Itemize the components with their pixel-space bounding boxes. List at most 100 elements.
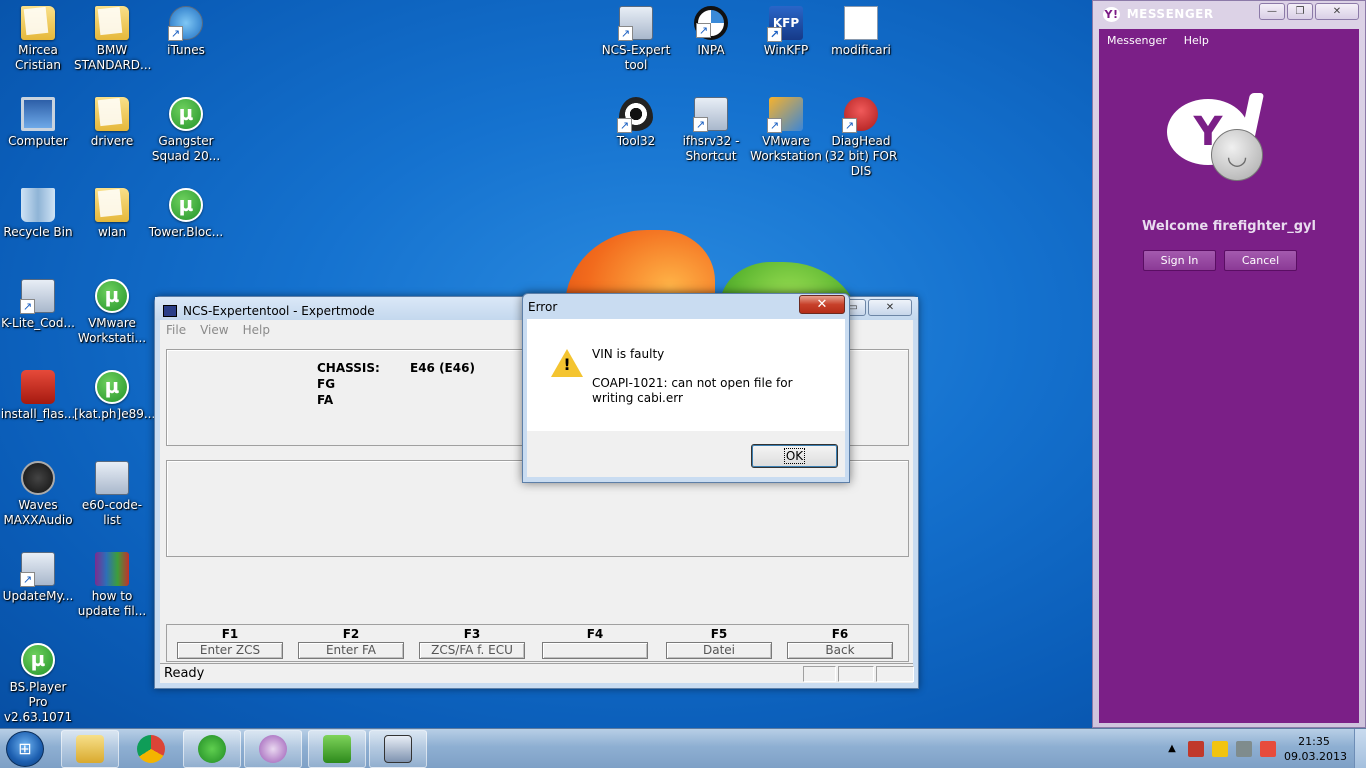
network-icon [693,97,728,132]
volume-muted-icon[interactable] [1260,741,1276,757]
sign-in-button[interactable]: Sign In [1143,250,1216,271]
taskbar-ediabas[interactable] [308,730,366,768]
desktop-icon-waves[interactable]: Waves MAXXAudio [0,461,76,528]
desktop-icon-ncs-expert[interactable]: NCS-Expert tool [598,6,674,73]
document-icon [95,461,129,495]
menu-view[interactable]: View [200,323,228,337]
taskbar-ncs-expert[interactable] [369,730,427,768]
taskbar-explorer[interactable] [61,730,119,768]
utorrent-icon: µ [95,279,129,313]
desktop-icon-modificari[interactable]: modificari [823,6,899,58]
ncs-close-icon[interactable]: ✕ [868,299,912,316]
desktop-icon-inpa[interactable]: INPA [673,6,749,58]
f4-button[interactable] [542,642,648,659]
enter-zcs-button[interactable]: Enter ZCS [177,642,283,659]
taskbar-utorrent[interactable] [183,730,241,768]
datei-button[interactable]: Datei [666,642,772,659]
battery-icon[interactable] [1212,741,1228,757]
desktop-icon-tower-block[interactable]: µ Tower.Bloc... [148,188,224,240]
desktop-icon-label: wlan [97,225,127,239]
fkey-f3: F3 ZCS/FA f. ECU [419,627,525,659]
desktop-icon-e60-code-list[interactable]: e60-code-list [74,461,150,528]
close-icon[interactable]: ✕ [1315,3,1359,20]
bmw-inpa-icon [694,6,728,40]
desktop-icon-winkfp[interactable]: KFP WinKFP [748,6,824,58]
desktop-icon-label: UpdateMy... [2,589,74,603]
folder-icon [95,188,129,222]
ncs-app-icon [163,304,177,317]
menu-messenger[interactable]: Messenger [1107,34,1167,47]
cancel-button[interactable]: Cancel [1224,250,1297,271]
flash-installer-icon [21,370,55,404]
zcs-fa-from-ecu-button[interactable]: ZCS/FA f. ECU [419,642,525,659]
minimize-icon[interactable]: — [1259,3,1285,20]
desktop-icon-ifhsrv32[interactable]: ifhsrv32 - Shortcut [673,97,749,164]
desktop-icon-label: modificari [831,43,891,57]
fkey-f4: F4 [542,627,648,661]
vehicle-info-grid: CHASSIS: E46 (E46) FG FA [317,361,475,408]
desktop-icon-itunes[interactable]: iTunes [148,6,224,58]
messenger-window-controls: — ❐ ✕ [1259,3,1359,20]
desktop-icon-label: e60-code-list [81,498,143,527]
desktop-icon-mircea-cristian[interactable]: Mircea Cristian [0,6,76,73]
desktop-icon-label: iTunes [167,43,205,57]
menu-file[interactable]: File [166,323,186,337]
user-folder-icon [21,6,55,40]
utorrent-icon: µ [95,370,129,404]
desktop-icon-kat-torrent[interactable]: µ [kat.ph]e89... [74,370,155,422]
desktop-icon-install-flash[interactable]: install_flas... [0,370,76,422]
enter-fa-button[interactable]: Enter FA [298,642,404,659]
desktop-icon-tool32[interactable]: Tool32 [598,97,674,149]
action-center-icon[interactable] [1236,741,1252,757]
recycle-bin-icon [21,188,55,222]
show-hidden-icons-icon[interactable]: ▲ [1164,741,1180,757]
close-icon[interactable]: ✕ [799,295,845,314]
desktop-icon-vmware-torrent[interactable]: µ VMware Workstati... [74,279,150,346]
menu-help[interactable]: Help [1184,34,1209,47]
desktop-icon-update[interactable]: UpdateMy... [0,552,76,604]
winrar-icon [95,552,129,586]
utorrent-icon: µ [21,643,55,677]
yahoo-messenger-window[interactable]: Y! MESSENGER — ❐ ✕ Messenger Help Y ◡ We… [1092,0,1366,728]
warning-icon-mark: ! [563,355,571,374]
fkey-label: F4 [586,627,604,641]
waves-audio-icon [21,461,55,495]
desktop-icon-gangster-squad[interactable]: µ Gangster Squad 20... [148,97,224,164]
desktop-icon-drivere[interactable]: drivere [74,97,150,149]
desktop-icon-label: ifhsrv32 - Shortcut [682,134,740,163]
welcome-text: Welcome firefighter_gyl [1142,219,1316,234]
back-button[interactable]: Back [787,642,893,659]
messenger-menubar: Messenger Help [1107,34,1209,47]
desktop-icon-recycle-bin[interactable]: Recycle Bin [0,188,76,240]
taskbar: ⊞ ▲ 21:35 09.03.2013 [0,728,1366,768]
restore-icon[interactable]: ❐ [1287,3,1313,20]
ok-button[interactable]: OK [751,444,838,468]
desktop-icon-how-to-update[interactable]: how to update fil... [74,552,150,619]
desktop-icon-klite[interactable]: K-Lite_Cod... [0,279,76,331]
error-dialog[interactable]: Error ✕ ! VIN is faulty COAPI-1021: can … [522,293,850,483]
utorrent-icon: µ [169,188,203,222]
desktop-icon-label: how to update fil... [77,589,147,618]
clock[interactable]: 21:35 09.03.2013 [1284,734,1347,764]
desktop-icon-label: INPA [697,43,725,57]
desktop-icon-computer[interactable]: Computer [0,97,76,149]
taskbar-yahoo-messenger[interactable] [244,730,302,768]
desktop-icon-wlan[interactable]: wlan [74,188,150,240]
ediabas-icon [323,735,351,763]
desktop-icon-vmware[interactable]: VMware Workstation [748,97,824,164]
folder-icon [95,6,129,40]
show-desktop-button[interactable] [1354,729,1366,768]
desktop-icon-bsplayer[interactable]: µ BS.Player Pro v2.63.1071 ... [0,643,76,740]
menu-help[interactable]: Help [243,323,270,337]
yahoo-logo-icon: Y! [1103,7,1120,22]
fkey-f1: F1 Enter ZCS [177,627,283,659]
network-error-icon[interactable] [1188,741,1204,757]
start-button[interactable]: ⊞ [6,731,44,767]
status-cell [876,666,914,682]
messenger-content: Messenger Help Y ◡ Welcome firefighter_g… [1099,29,1359,723]
desktop-icon-bmw-standard[interactable]: BMW STANDARD... [74,6,151,73]
desktop-icon-diaghead[interactable]: DiagHead (32 bit) FOR DIS [823,97,899,179]
fkey-f2: F2 Enter FA [298,627,404,659]
taskbar-chrome[interactable] [122,730,180,768]
desktop-icon-label: Waves MAXXAudio [3,498,73,527]
